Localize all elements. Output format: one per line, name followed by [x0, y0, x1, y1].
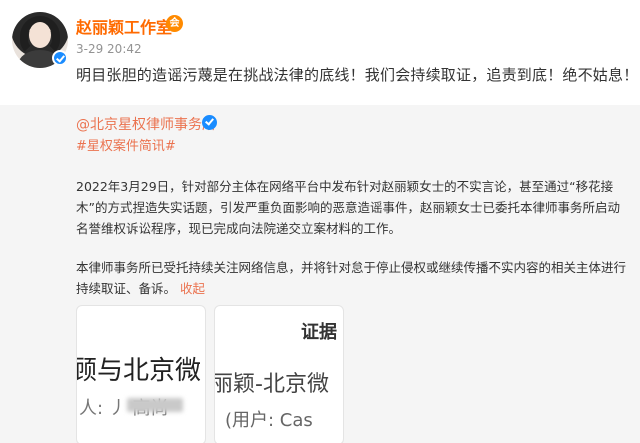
repost-author-link[interactable]: @北京星权律师事务所: [76, 114, 216, 134]
reposted-content: @北京星权律师事务所 #星权案件简讯# 2022年3月29日，针对部分主体在网络…: [0, 105, 640, 443]
thumb2-line1: 丽颖-北京微: [214, 372, 329, 397]
evidence-image-thumbnail-2[interactable]: 证据 丽颖-北京微 (用户: Cas: [214, 305, 344, 443]
thumb1-line1: 顾与北京微: [76, 356, 202, 386]
vip-crown-icon: 会: [166, 15, 183, 32]
verified-badge-icon: [52, 50, 68, 66]
repost-topic-tag[interactable]: #星权案件简讯#: [76, 135, 176, 154]
repost-paragraph-1: 2022年3月29日，针对部分主体在网络平台中发布针对赵丽颖女士的不实言论，甚至…: [76, 179, 620, 236]
weibo-post-header: 赵丽颖工作室 会 3-29 20:42 明目张胆的造谣污蔑是在挑战法律的底线！我…: [0, 0, 640, 105]
post-timestamp[interactable]: 3-29 20:42: [76, 42, 142, 56]
collapse-link[interactable]: 收起: [180, 281, 205, 296]
post-author-name[interactable]: 赵丽颖工作室: [76, 14, 172, 38]
repost-verified-badge-icon: [202, 115, 217, 130]
thumb1-redaction: [127, 398, 183, 412]
repost-paragraph-2-text: 本律师事务所已受托持续关注网络信息，并将针对怠于停止侵权或继续传播不实内容的相关…: [76, 260, 627, 296]
evidence-image-thumbnail-1[interactable]: 顾与北京微 人: 丿 高尚: [76, 305, 206, 443]
post-text: 明目张胆的造谣污蔑是在挑战法律的底线！我们会持续取证，追责到底！绝不姑息！: [76, 66, 639, 84]
thumb2-line2: (用户: Cas: [225, 410, 313, 431]
thumb2-line0: 证据: [301, 322, 337, 343]
repost-paragraph-2: 本律师事务所已受托持续关注网络信息，并将针对怠于停止侵权或继续传播不实内容的相关…: [76, 257, 628, 299]
avatar-face-shape: [29, 22, 51, 48]
